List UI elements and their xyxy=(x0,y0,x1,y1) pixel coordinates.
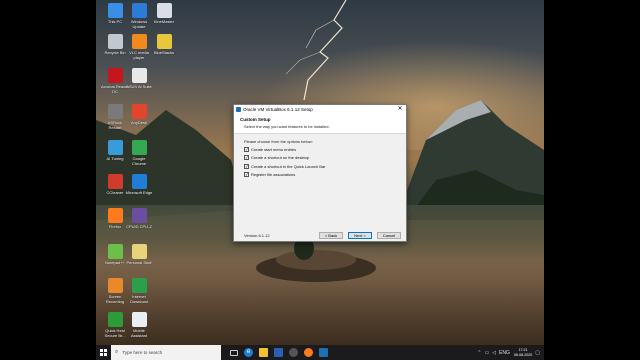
desktop-icon-label: ASUS Ai Suite xyxy=(126,84,152,89)
app-icon xyxy=(107,312,123,327)
app-icon xyxy=(107,34,123,49)
desktop-icon[interactable]: CPUID CPU-Z xyxy=(125,208,153,229)
app-icon xyxy=(107,68,123,83)
file-explorer-icon[interactable] xyxy=(259,348,268,357)
virtualbox-taskbar-icon[interactable] xyxy=(319,348,328,357)
option-start-menu[interactable]: ✓ Create start menu entries xyxy=(244,147,406,153)
option-quick-launch[interactable]: ✓ Create a shortcut in the Quick Launch … xyxy=(244,163,406,169)
desktop-icon[interactable]: Microsoft Edge xyxy=(125,174,153,195)
edge-icon[interactable]: e xyxy=(244,348,253,357)
search-box[interactable]: ⌕ Type here to search xyxy=(111,345,221,360)
desktop-icon[interactable]: Personal Stuff xyxy=(125,244,153,265)
desktop-icon[interactable]: Internet Download xyxy=(125,278,153,304)
taskbar: ⌕ Type here to search e ⌃ ▭ ◁ ENG 17:21 … xyxy=(96,345,544,360)
search-placeholder: Type here to search xyxy=(122,350,163,355)
app-icon xyxy=(131,34,147,49)
back-button[interactable]: < Back xyxy=(319,231,343,239)
dialog-titlebar[interactable]: Oracle VM VirtualBox 6.1.12 Setup ✕ xyxy=(234,105,406,114)
version-label: Version 6.1.12 xyxy=(244,232,270,238)
desktop-icon-label: AnyDesk xyxy=(130,120,147,125)
system-tray: ⌃ ▭ ◁ ENG 17:21 08-08-2020 ▢ xyxy=(474,348,544,357)
desktop-icon[interactable]: BlueStacks xyxy=(150,34,178,55)
notifications-icon[interactable]: ▢ xyxy=(535,350,540,356)
desktop-icon[interactable]: Mobile Assistant xyxy=(125,312,153,338)
app-icon xyxy=(107,3,123,18)
app-icon xyxy=(131,104,147,119)
option-label: Create start menu entries xyxy=(251,147,297,153)
app-icon xyxy=(131,174,147,189)
app-icon xyxy=(107,104,123,119)
options-prompt: Please choose from the options below: xyxy=(244,139,313,144)
desktop-icon[interactable]: Windows Update xyxy=(125,3,153,29)
desktop-icon[interactable]: VLC media player xyxy=(125,34,153,60)
virtualbox-icon xyxy=(236,107,241,112)
app-icon xyxy=(156,3,172,18)
clock-date: 08-08-2020 xyxy=(513,352,533,357)
app-icon xyxy=(107,244,123,259)
desktop-icon[interactable]: ASUS Ai Suite xyxy=(125,68,153,89)
header-title: Custom Setup xyxy=(240,117,271,122)
option-label: Create a shortcut in the Quick Launch Ba… xyxy=(251,163,326,169)
desktop-icon-label: KineMaster xyxy=(153,19,175,24)
desktop-icon-label: BlueStacks xyxy=(153,50,174,55)
app-icon xyxy=(107,140,123,155)
app-icon xyxy=(107,208,123,223)
clock[interactable]: 17:21 08-08-2020 xyxy=(514,348,532,357)
volume-icon[interactable]: ◁ xyxy=(492,350,496,356)
dialog-body: Please choose from the options below: ✓ … xyxy=(234,134,406,222)
desktop-icon[interactable]: Google Chrome xyxy=(125,140,153,166)
app-icon xyxy=(131,3,147,18)
dialog-header: Custom Setup Select the way you want fea… xyxy=(234,114,406,134)
clock-app-icon[interactable] xyxy=(289,348,298,357)
dialog-title: Oracle VM VirtualBox 6.1.12 Setup xyxy=(243,107,313,112)
close-icon[interactable]: ✕ xyxy=(394,105,406,114)
option-file-associations[interactable]: ✓ Register file associations xyxy=(244,171,406,177)
app-icon xyxy=(107,278,123,293)
desktop-icon-label: Windows Update xyxy=(130,19,148,29)
network-icon[interactable]: ▭ xyxy=(484,350,489,356)
app-icon xyxy=(156,34,172,49)
search-icon: ⌕ xyxy=(115,349,119,355)
desktop-icon-label: Google Chrome xyxy=(131,156,147,166)
option-desktop-shortcut[interactable]: ✓ Create a shortcut on the desktop xyxy=(244,155,406,161)
desktop-icon-label: Mobile Assistant xyxy=(130,328,148,338)
lightning-bolt xyxy=(285,0,347,101)
app-icon xyxy=(131,140,147,155)
firefox-icon[interactable] xyxy=(304,348,313,357)
option-label: Create a shortcut on the desktop xyxy=(251,155,310,161)
next-button[interactable]: Next > xyxy=(348,231,372,239)
option-label: Register file associations xyxy=(251,171,296,177)
app-icon xyxy=(131,208,147,223)
cancel-button[interactable]: Cancel xyxy=(377,231,401,239)
checkbox[interactable]: ✓ xyxy=(244,171,249,177)
chevron-up-icon[interactable]: ⌃ xyxy=(477,350,481,356)
app-icon xyxy=(131,244,147,259)
store-icon[interactable] xyxy=(274,348,283,357)
desktop-icon-label: Microsoft Edge xyxy=(125,190,153,195)
desktop-icon[interactable]: KineMaster xyxy=(150,3,178,24)
desktop-icon-label: Internet Download xyxy=(130,294,148,304)
app-icon xyxy=(131,312,147,327)
dialog-footer: Version 6.1.12 < Back Next > Cancel xyxy=(234,229,406,241)
checkbox[interactable]: ✓ xyxy=(244,163,249,169)
start-button[interactable] xyxy=(96,345,111,360)
setup-dialog: Oracle VM VirtualBox 6.1.12 Setup ✕ Cust… xyxy=(233,104,407,242)
app-icon xyxy=(107,174,123,189)
header-subtitle: Select the way you want features to be i… xyxy=(244,124,330,129)
checkbox[interactable]: ✓ xyxy=(244,155,249,161)
checkbox[interactable]: ✓ xyxy=(244,147,249,153)
desktop-icon-label: Personal Stuff xyxy=(126,260,152,265)
desktop-icon-label: CPUID CPU-Z xyxy=(126,224,152,229)
app-icon xyxy=(131,68,147,83)
language-indicator[interactable]: ENG xyxy=(499,350,510,356)
taskbar-pinned-apps: e xyxy=(227,348,331,357)
desktop-icon-label: VLC media player xyxy=(129,50,149,60)
desktop-icon[interactable]: AnyDesk xyxy=(125,104,153,125)
task-view-icon[interactable] xyxy=(230,349,238,356)
app-icon xyxy=(131,278,147,293)
desktop-icon-grid: This PC Windows Update KineMaster Recycle B… xyxy=(96,0,174,345)
windows-logo-icon xyxy=(100,349,107,356)
